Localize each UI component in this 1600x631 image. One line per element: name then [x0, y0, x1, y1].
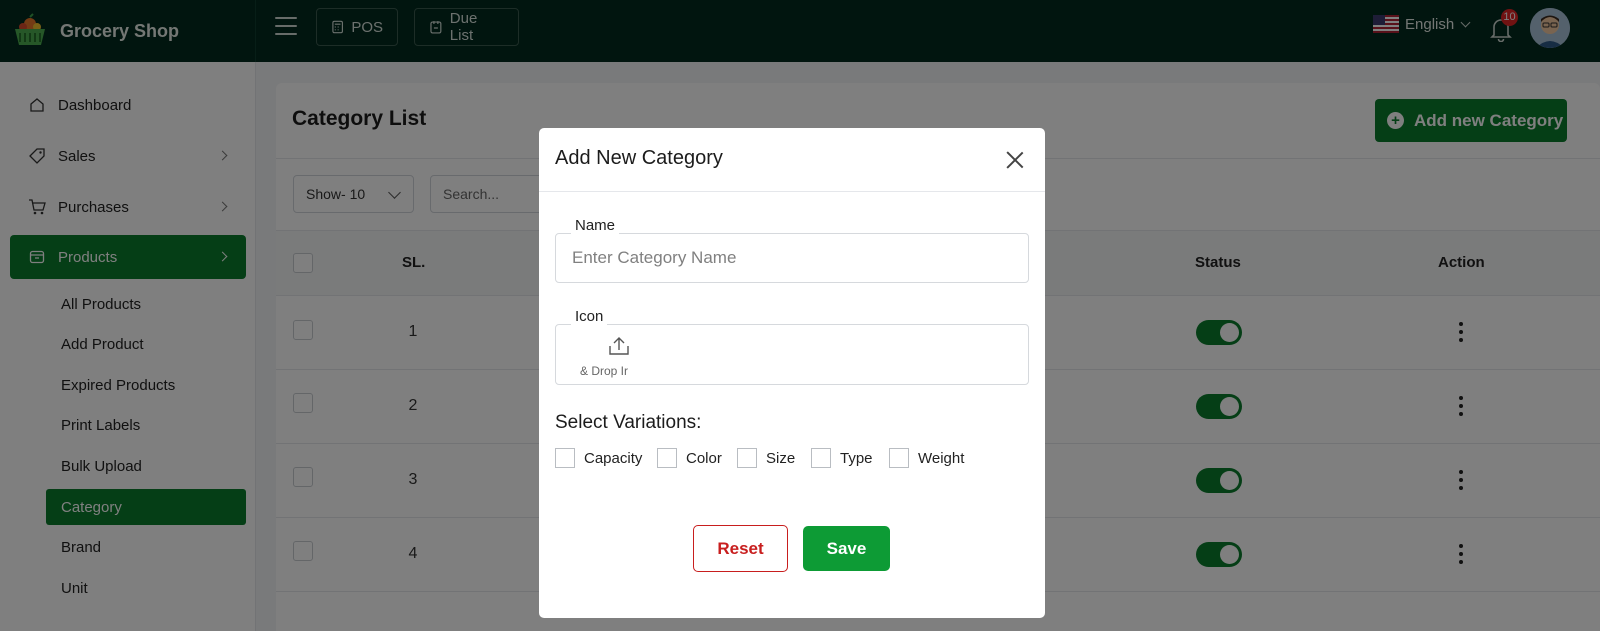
variation-capacity[interactable]: Capacity — [555, 448, 642, 468]
variation-type[interactable]: Type — [811, 448, 873, 468]
variation-label: Color — [686, 449, 722, 467]
add-category-modal: Add New Category Name & Drop Ir Icon Sel… — [539, 128, 1045, 618]
variation-checkbox[interactable] — [555, 448, 575, 468]
variation-color[interactable]: Color — [657, 448, 722, 468]
close-icon[interactable] — [1005, 150, 1025, 170]
variation-weight[interactable]: Weight — [889, 448, 964, 468]
divider — [539, 191, 1045, 192]
upload-text: & Drop Ir — [580, 364, 629, 378]
select-variations-label: Select Variations: — [555, 412, 702, 433]
upload-icon — [609, 337, 629, 355]
modal-title: Add New Category — [555, 147, 723, 169]
variation-checkbox[interactable] — [657, 448, 677, 468]
icon-upload-field[interactable]: & Drop Ir — [555, 324, 1029, 385]
save-button[interactable]: Save — [803, 526, 890, 571]
variation-label: Capacity — [584, 449, 643, 467]
variation-checkbox[interactable] — [889, 448, 909, 468]
variation-label: Weight — [918, 449, 965, 467]
variation-label: Type — [840, 449, 873, 467]
name-label: Name — [571, 217, 620, 234]
variation-size[interactable]: Size — [737, 448, 795, 468]
variation-label: Size — [766, 449, 796, 467]
variation-checkbox[interactable] — [811, 448, 831, 468]
reset-button[interactable]: Reset — [693, 525, 788, 572]
icon-label: Icon — [571, 308, 608, 325]
variation-checkbox[interactable] — [737, 448, 757, 468]
category-name-input[interactable] — [572, 248, 1002, 268]
category-name-field[interactable] — [555, 233, 1029, 283]
